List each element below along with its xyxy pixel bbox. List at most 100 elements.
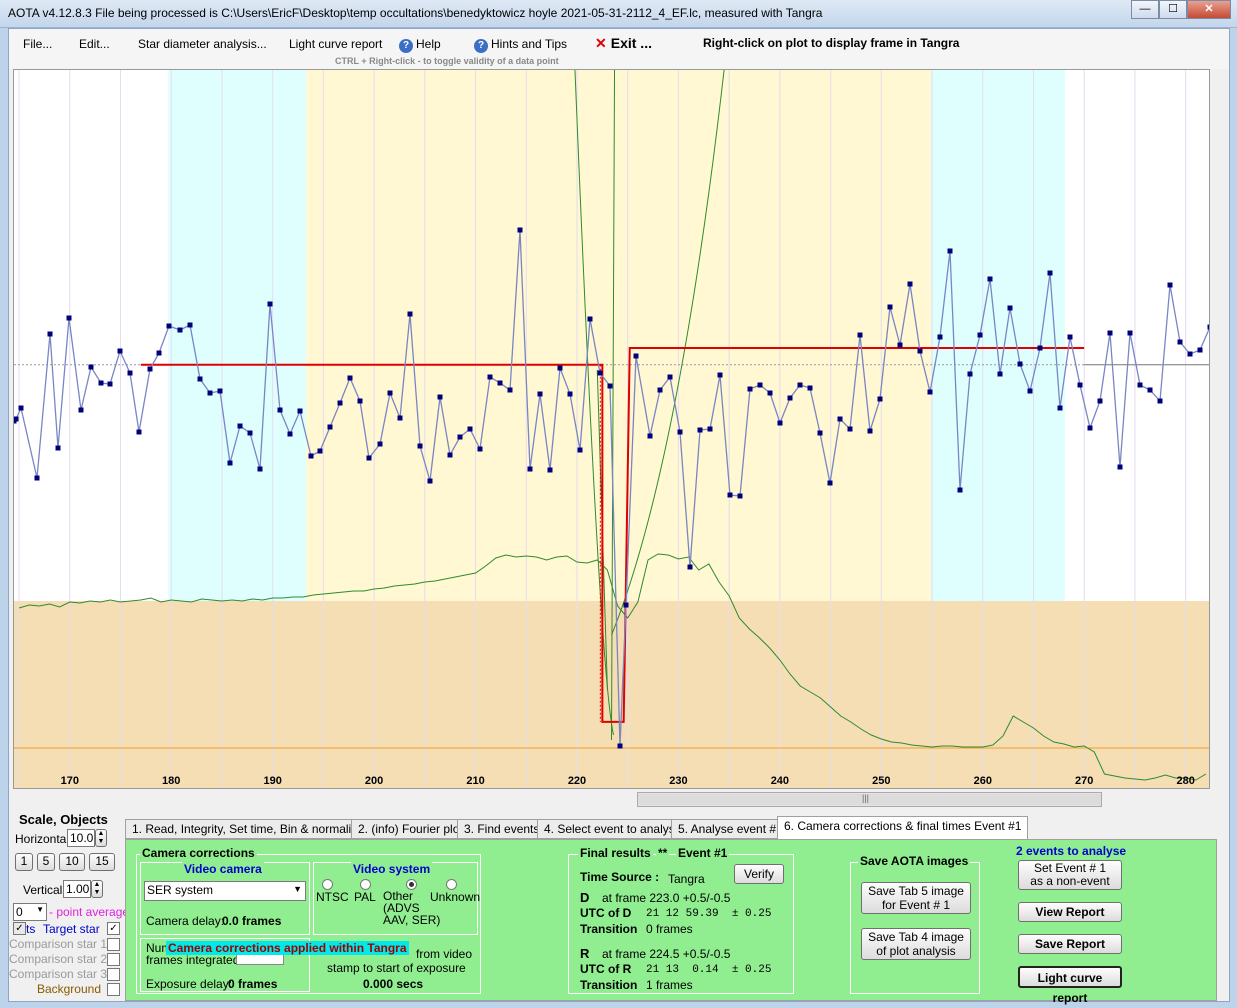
camera-delay-label: Camera delay:	[146, 914, 225, 928]
stamp-offset-value: 0.000 secs	[363, 977, 424, 991]
tab-analyse-event[interactable]: 5. Analyse event #1	[671, 819, 790, 839]
comparison-star-1-checkbox[interactable]	[107, 938, 120, 951]
target-star-point	[227, 460, 233, 466]
d-label: D	[580, 890, 590, 905]
target-star-point	[957, 487, 963, 493]
menu-help[interactable]: ? Help	[399, 37, 441, 53]
target-star-point	[217, 388, 223, 394]
comparison-star-2-label: Comparison star 2	[9, 952, 108, 966]
target-star-point	[847, 426, 853, 432]
minimize-button[interactable]: —	[1131, 0, 1159, 19]
scale-button-5[interactable]: 5	[37, 853, 55, 871]
vertical-spinner[interactable]: ▲ ▼	[91, 880, 103, 898]
close-button[interactable]: ✕	[1187, 0, 1231, 19]
target-star-point	[55, 445, 61, 451]
ntsc-label: NTSC	[316, 890, 349, 904]
target-star-point	[757, 382, 763, 388]
light-curve-plot[interactable]: 170 180 190 200 210 220 230 240 250 260 270 280	[13, 69, 1210, 789]
horizontal-scale-input[interactable]: 10.0	[67, 829, 95, 847]
menu-file[interactable]: File...	[23, 37, 52, 51]
menu-hints[interactable]: ? Hints and Tips	[474, 37, 567, 53]
target-star-point	[1027, 388, 1033, 394]
target-star-point	[327, 424, 333, 430]
right-click-hint: Right-click on plot to display frame in …	[703, 36, 960, 50]
target-star-point	[1057, 405, 1063, 411]
target-star-point	[156, 350, 162, 356]
x-tick-label: 170	[61, 775, 79, 787]
tab-fourier-plot[interactable]: 2. (info) Fourier plot	[351, 819, 470, 839]
target-star-point	[587, 316, 593, 322]
scale-button-15[interactable]: 15	[89, 853, 115, 871]
view-report-button[interactable]: View Report	[1018, 902, 1122, 922]
target-star-point	[767, 390, 773, 396]
unknown-label: Unknown	[430, 890, 481, 904]
light-curve-chart[interactable]: 170 180 190 200 210 220 230 240 250 260 270 280	[14, 70, 1210, 789]
target-star-point	[617, 743, 623, 749]
d-frame: at frame 223.0 +0.5/-0.5	[602, 891, 731, 905]
target-star-point	[633, 353, 639, 359]
menu-light-curve-report[interactable]: Light curve report	[289, 37, 382, 51]
horizontal-spinner[interactable]: ▲ ▼	[95, 829, 107, 847]
verify-button[interactable]: Verify	[734, 864, 784, 884]
light-curve-report-button[interactable]: Light curve report	[1018, 966, 1122, 1005]
scrollbar-thumb[interactable]	[638, 794, 1101, 805]
target-star-point	[517, 227, 523, 233]
comparison-star-2-checkbox[interactable]	[107, 953, 120, 966]
x-tick-label: 200	[365, 775, 383, 787]
x-tick-label: 280	[1176, 775, 1194, 787]
target-star-point	[647, 433, 653, 439]
tab-read-integrity[interactable]: 1. Read, Integrity, Set time, Bin & norm…	[125, 819, 371, 839]
camera-model-chevron-down-icon: ▼	[293, 884, 302, 894]
unknown-radio[interactable]	[446, 879, 457, 890]
all-points-checkbox[interactable]: ✓	[13, 922, 26, 935]
target-star-point	[407, 311, 413, 317]
target-star-point	[947, 248, 953, 254]
target-star-point	[47, 331, 53, 337]
target-star-point	[817, 430, 823, 436]
target-star-point	[347, 375, 353, 381]
target-star-point	[18, 405, 24, 411]
save-tab5-image-button[interactable]: Save Tab 5 image for Event # 1	[861, 882, 971, 914]
ntsc-radio[interactable]	[322, 879, 333, 890]
pal-radio[interactable]	[360, 879, 371, 890]
save-report-button[interactable]: Save Report	[1018, 934, 1122, 954]
comparison-star-3-checkbox[interactable]	[107, 968, 120, 981]
tab-camera-corrections[interactable]: 6. Camera corrections & final times Even…	[777, 816, 1029, 839]
target-star-point	[1137, 382, 1143, 388]
scale-button-10[interactable]: 10	[59, 853, 85, 871]
point-average-select[interactable]: 0 ▼	[13, 903, 47, 921]
target-star-point	[747, 386, 753, 392]
maximize-button[interactable]: ☐	[1159, 0, 1187, 19]
target-star-point	[297, 408, 303, 414]
save-tab4-image-button[interactable]: Save Tab 4 image of plot analysis	[861, 928, 971, 960]
final-results-event: Event #1	[676, 846, 730, 860]
plot-horizontal-scrollbar[interactable]: |||	[637, 792, 1102, 807]
target-star-point	[487, 374, 493, 380]
menu-exit[interactable]: ✕ Exit ...	[595, 35, 652, 52]
transition-d-label: Transition	[580, 922, 638, 936]
camera-corrections-tab: Camera corrections Video camera SER syst…	[125, 839, 1217, 1005]
tab-find-events[interactable]: 3. Find events	[457, 819, 547, 839]
target-star-point	[697, 427, 703, 433]
x-tick-label: 240	[771, 775, 789, 787]
target-star-point	[287, 431, 293, 437]
pal-label: PAL	[354, 890, 376, 904]
tab-select-event[interactable]: 4. Select event to analyse	[537, 819, 689, 839]
background-checkbox[interactable]	[107, 983, 120, 996]
exit-icon: ✕	[595, 35, 607, 51]
target-star-point	[1197, 347, 1203, 353]
vertical-scale-input[interactable]: 1.00	[63, 880, 91, 898]
target-star-point	[187, 322, 193, 328]
target-star-point	[78, 407, 84, 413]
target-star-point	[1087, 425, 1093, 431]
target-star-point	[527, 466, 533, 472]
menu-star-diameter[interactable]: Star diameter analysis...	[138, 37, 267, 51]
target-star-point	[437, 394, 443, 400]
scale-button-1[interactable]: 1	[15, 853, 33, 871]
set-non-event-button[interactable]: Set Event # 1 as a non-event	[1018, 860, 1122, 890]
menu-edit[interactable]: Edit...	[79, 37, 110, 51]
target-star-point	[687, 564, 693, 570]
target-star-checkbox[interactable]: ✓	[107, 922, 120, 935]
camera-model-select[interactable]: SER system ▼	[144, 881, 306, 901]
final-results-title: Final results	[578, 846, 653, 860]
